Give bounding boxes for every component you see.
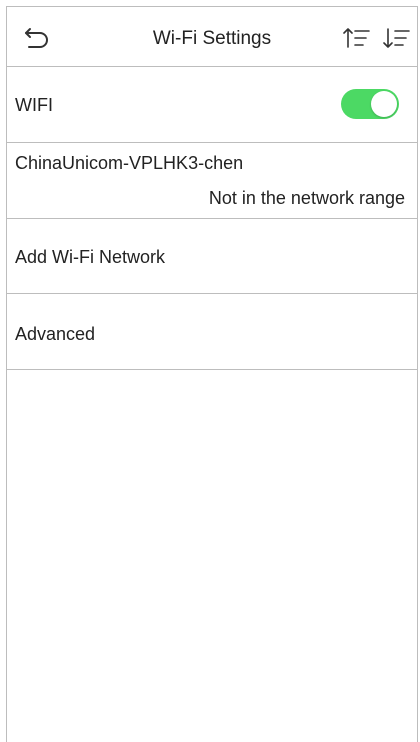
- add-wifi-network-label: Add Wi-Fi Network: [15, 247, 166, 267]
- sort-ascending-button[interactable]: [343, 26, 371, 50]
- network-status: Not in the network range: [208, 188, 405, 208]
- network-list-item[interactable]: ChinaUnicom-VPLHK3-chen Not in the netwo…: [7, 143, 417, 219]
- header-bar: Wi-Fi Settings: [7, 7, 417, 67]
- wifi-settings-screen: Wi-Fi Settings WIFI ChinaUnicom-VPLHK3-c…: [6, 6, 418, 742]
- wifi-toggle[interactable]: [341, 89, 399, 119]
- network-name: ChinaUnicom-VPLHK3-chen: [15, 153, 244, 173]
- toggle-knob: [371, 91, 397, 117]
- sort-descending-button[interactable]: [383, 26, 411, 50]
- sort-descending-icon: [383, 28, 410, 48]
- advanced-item[interactable]: Advanced: [7, 294, 417, 370]
- sort-ascending-icon: [343, 28, 370, 48]
- wifi-label: WIFI: [15, 95, 53, 115]
- add-wifi-network-item[interactable]: Add Wi-Fi Network: [7, 219, 417, 294]
- advanced-label: Advanced: [15, 324, 96, 344]
- wifi-toggle-row[interactable]: WIFI: [7, 67, 417, 143]
